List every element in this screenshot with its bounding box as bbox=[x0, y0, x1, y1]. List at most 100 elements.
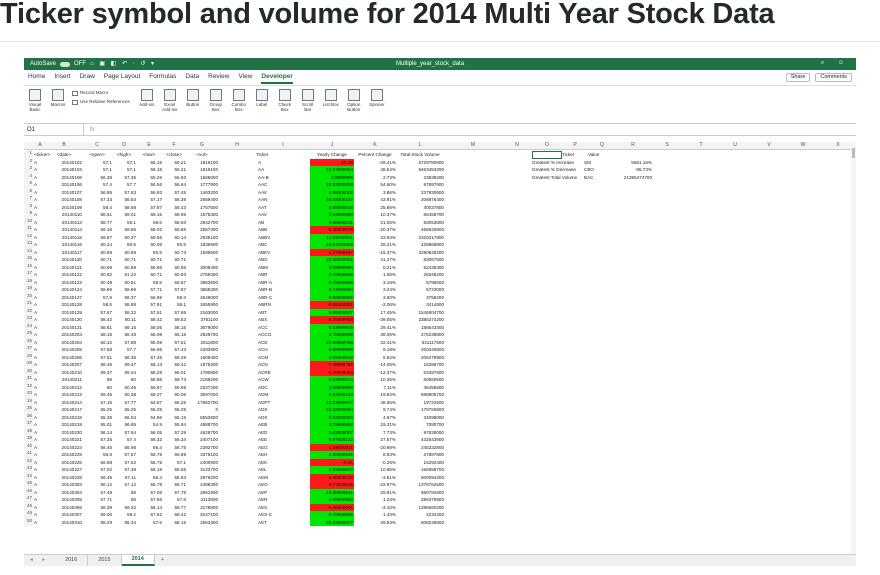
header-cell[interactable]: <date> bbox=[46, 151, 82, 159]
summary-label[interactable]: Greatest Total Volume bbox=[532, 174, 592, 182]
table-cell[interactable]: AER bbox=[256, 496, 310, 504]
table-cell[interactable]: 60.71 bbox=[112, 256, 137, 264]
table-cell[interactable]: 60.89 bbox=[112, 249, 137, 257]
table-cell[interactable]: 60.48 bbox=[82, 279, 113, 287]
table-cell[interactable]: 58.42 bbox=[162, 511, 187, 519]
table-cell[interactable]: 7.73% bbox=[354, 429, 396, 437]
table-cell[interactable]: 57.1 bbox=[82, 166, 112, 174]
table-cell[interactable]: 178760600 bbox=[396, 406, 444, 414]
table-cell[interactable]: 57.29 bbox=[162, 429, 187, 437]
table-cell[interactable]: 20140305 bbox=[46, 496, 82, 504]
table-cell[interactable]: 59.86 bbox=[136, 264, 163, 272]
table-cell[interactable]: 60 bbox=[112, 376, 136, 384]
table-cell[interactable]: 57.78 bbox=[162, 489, 187, 497]
table-cell[interactable]: 60.71 bbox=[162, 256, 187, 264]
table-cell[interactable]: 2911800 bbox=[186, 339, 218, 347]
table-cell[interactable]: 3761100 bbox=[186, 316, 218, 324]
table-cell[interactable]: 156858700 bbox=[396, 466, 444, 474]
table-cell[interactable]: 2876200 bbox=[186, 474, 218, 482]
table-cell[interactable]: 55.15 bbox=[162, 414, 187, 422]
table-cell[interactable]: 58.54 bbox=[112, 196, 137, 204]
table-cell[interactable]: ACC bbox=[256, 324, 310, 332]
table-cell[interactable]: 57.43 bbox=[162, 346, 187, 354]
table-cell[interactable]: ACM bbox=[256, 354, 310, 362]
table-cell[interactable]: 20140310 bbox=[46, 519, 82, 527]
table-cell[interactable]: 1.43% bbox=[354, 511, 396, 519]
table-cell[interactable]: A bbox=[34, 339, 46, 347]
table-cell[interactable]: ACE bbox=[256, 339, 310, 347]
table-cell[interactable]: 56.15 bbox=[136, 166, 163, 174]
table-cell[interactable]: 20140103 bbox=[46, 166, 82, 174]
table-cell[interactable]: 54.60% bbox=[354, 181, 396, 189]
table-cell[interactable]: 20140219 bbox=[46, 421, 82, 429]
table-cell[interactable]: -3.10% bbox=[354, 504, 396, 512]
combo-box-control[interactable]: Combo Box bbox=[230, 89, 248, 112]
yearly-change-cell[interactable]: 48.59000167 bbox=[310, 196, 354, 204]
table-cell[interactable]: 60.71 bbox=[82, 256, 113, 264]
table-cell[interactable]: 60.89 bbox=[82, 249, 113, 257]
table-cell[interactable]: 23838200 bbox=[396, 174, 444, 182]
table-cell[interactable]: 2488300 bbox=[186, 481, 218, 489]
table-cell[interactable]: 56.05 bbox=[136, 429, 163, 437]
table-cell[interactable]: 58.48 bbox=[112, 331, 137, 339]
table-cell[interactable]: A bbox=[34, 466, 46, 474]
yearly-change-cell[interactable]: 0.63000004 bbox=[310, 413, 354, 421]
table-cell[interactable]: 58.14 bbox=[136, 504, 163, 512]
table-cell[interactable]: 57.48 bbox=[82, 489, 113, 497]
table-cell[interactable]: 58.15 bbox=[162, 324, 187, 332]
table-cell[interactable]: 188543400 bbox=[396, 324, 444, 332]
table-cell[interactable]: 3290845200 bbox=[396, 249, 444, 257]
column-header-o[interactable]: O bbox=[532, 143, 562, 148]
yearly-change-cell[interactable]: 0.64999998 bbox=[310, 211, 354, 219]
table-cell[interactable]: 59.06 bbox=[82, 511, 113, 519]
table-cell[interactable]: 58.22 bbox=[112, 309, 137, 317]
table-cell[interactable]: 57.06 bbox=[136, 489, 163, 497]
table-cell[interactable]: 20140107 bbox=[46, 189, 82, 197]
yearly-change-cell[interactable]: -7.48999786 bbox=[310, 361, 354, 369]
table-cell[interactable]: 36456600 bbox=[396, 384, 444, 392]
table-cell[interactable]: 29.91% bbox=[354, 489, 396, 497]
yearly-change-cell[interactable]: 15.47999954 bbox=[310, 166, 354, 174]
table-cell[interactable]: 20140211 bbox=[46, 376, 82, 384]
table-cell[interactable]: 55.25 bbox=[162, 399, 187, 407]
header-cell[interactable]: <low> bbox=[136, 151, 162, 159]
table-cell[interactable]: AEH bbox=[256, 451, 310, 459]
column-header-w[interactable]: W bbox=[786, 143, 820, 148]
yearly-change-cell[interactable]: 22.36000061 bbox=[310, 256, 354, 264]
table-cell[interactable]: 1866000 bbox=[186, 174, 218, 182]
table-cell[interactable]: A bbox=[34, 459, 46, 467]
table-cell[interactable]: 86458700 bbox=[396, 211, 444, 219]
table-cell[interactable]: 9.74% bbox=[354, 406, 396, 414]
table-cell[interactable]: 58.39 bbox=[82, 504, 113, 512]
table-cell[interactable]: 56.39 bbox=[82, 174, 113, 182]
table-cell[interactable]: 59 bbox=[82, 376, 112, 384]
table-cell[interactable]: 57.25 bbox=[82, 436, 113, 444]
table-cell[interactable]: 56.95 bbox=[82, 189, 113, 197]
yearly-change-cell[interactable]: 0.74999994 bbox=[310, 286, 354, 294]
table-cell[interactable]: -0.25% bbox=[354, 459, 396, 467]
table-cell[interactable]: 59.88 bbox=[162, 226, 187, 234]
table-cell[interactable]: 83053600 bbox=[396, 219, 444, 227]
yearly-change-cell[interactable]: -3.27000046 bbox=[310, 481, 354, 489]
tab-review[interactable]: Review bbox=[208, 74, 229, 81]
table-cell[interactable]: AAT bbox=[256, 204, 310, 212]
table-cell[interactable]: ABR bbox=[256, 271, 310, 279]
table-cell[interactable]: 3375100 bbox=[186, 451, 218, 459]
table-cell[interactable]: 20140213 bbox=[46, 391, 82, 399]
table-cell[interactable]: 57.63 bbox=[112, 189, 137, 197]
table-cell[interactable]: A bbox=[34, 324, 46, 332]
table-cell[interactable]: ABR-B bbox=[256, 286, 310, 294]
table-cell[interactable]: AEG bbox=[256, 444, 310, 452]
table-cell[interactable]: A bbox=[34, 226, 46, 234]
table-cell[interactable]: ADPT bbox=[256, 399, 310, 407]
table-cell[interactable]: 58.51 bbox=[82, 211, 113, 219]
table-cell[interactable]: 20140128 bbox=[46, 301, 82, 309]
yearly-change-cell[interactable]: 0.96999998 bbox=[310, 346, 354, 354]
table-cell[interactable]: 57.88 bbox=[112, 339, 137, 347]
table-cell[interactable]: 1809400 bbox=[186, 354, 218, 362]
table-cell[interactable]: 56.45 bbox=[82, 474, 113, 482]
table-cell[interactable]: 58.46 bbox=[82, 361, 113, 369]
table-cell[interactable]: 58.39 bbox=[162, 196, 187, 204]
summary-label[interactable]: Greatest % Decrease bbox=[532, 166, 592, 174]
table-cell[interactable]: 58.29 bbox=[162, 354, 187, 362]
